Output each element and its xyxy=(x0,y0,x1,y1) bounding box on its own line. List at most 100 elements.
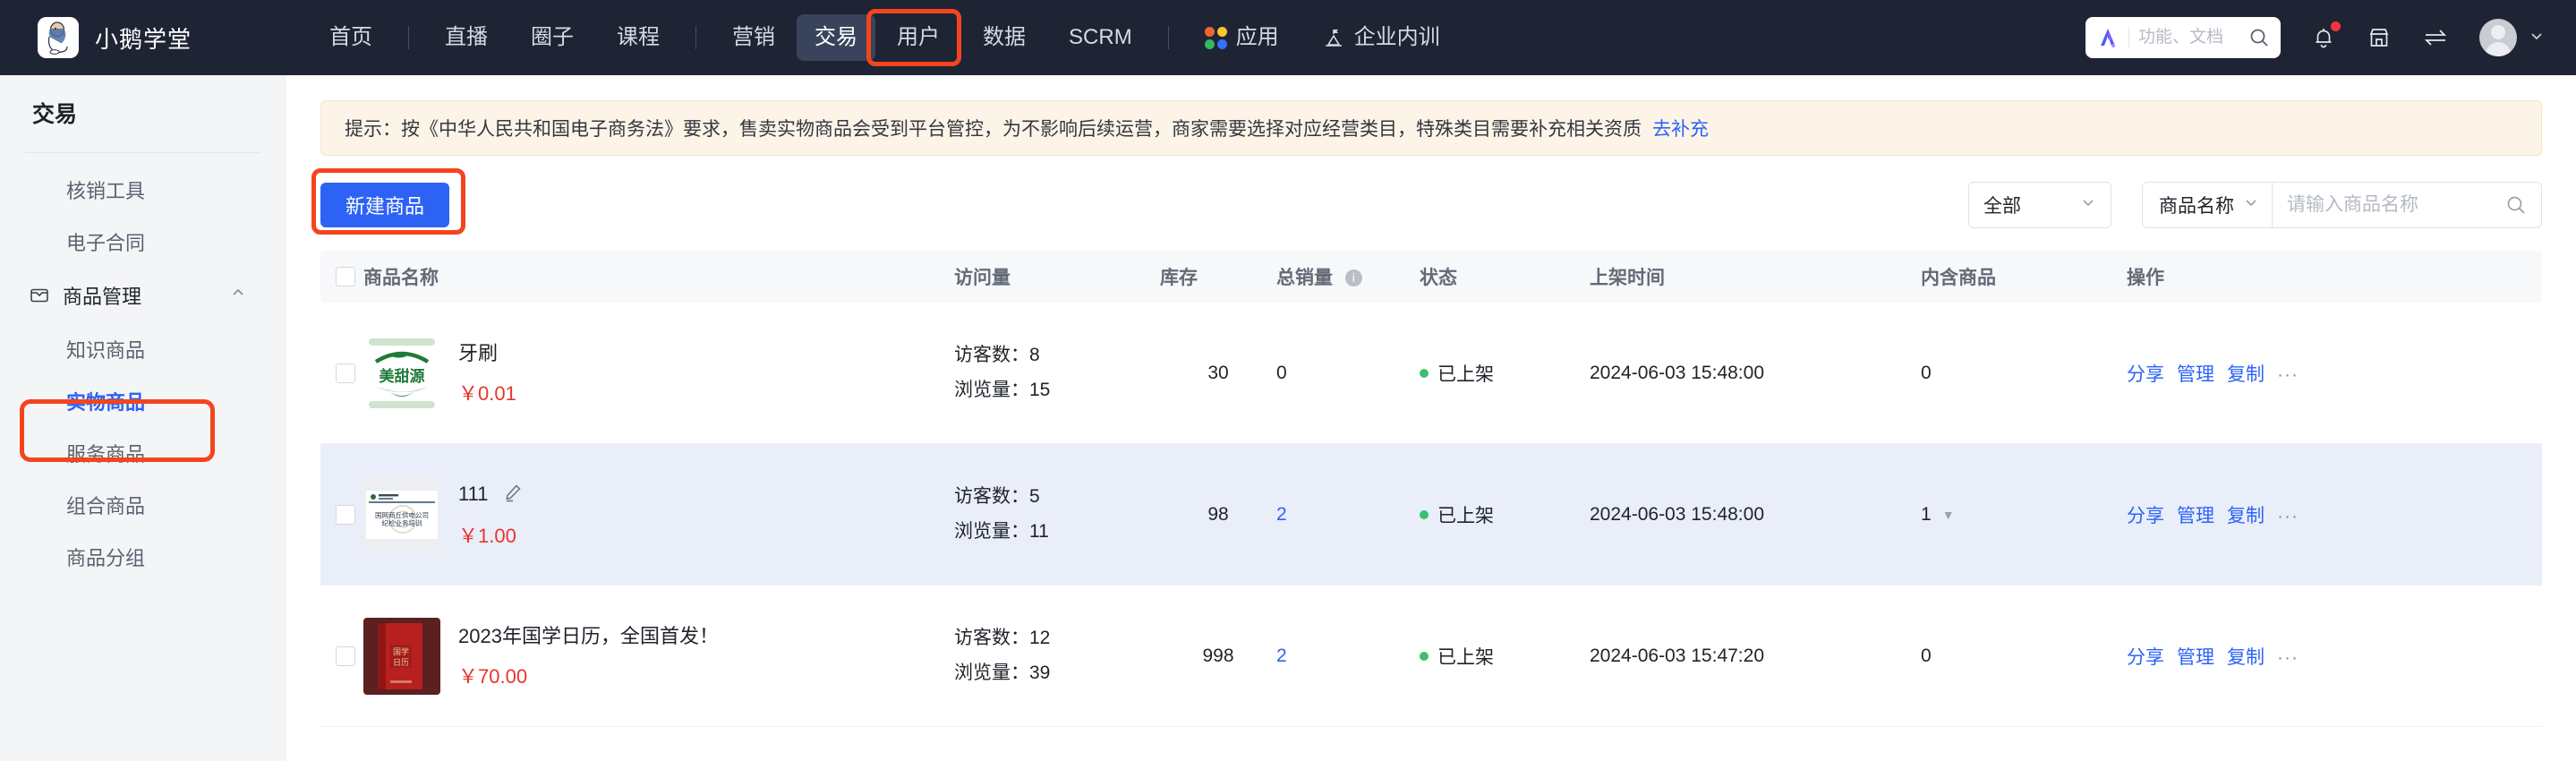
manage-link[interactable]: 管理 xyxy=(2177,647,2214,668)
sidebar-item-product-group[interactable]: 商品分组 xyxy=(0,531,286,583)
toolbar-filters: 全部 商品名称 xyxy=(1968,182,2542,228)
sidebar-item-e-contract[interactable]: 电子合同 xyxy=(0,216,286,268)
status-label: 已上架 xyxy=(1437,646,1494,668)
operations-cell: 分享 管理 复制 ··· xyxy=(2127,643,2359,670)
nav-item-live[interactable]: 直播 xyxy=(423,0,509,75)
share-link[interactable]: 分享 xyxy=(2127,364,2164,385)
global-search-box[interactable] xyxy=(2086,17,2281,58)
global-search-input[interactable] xyxy=(2138,28,2248,47)
product-table: 商品名称 访问量 库存 总销量 i 状态 上架时间 内含商品 操作 美甜源 牙刷… xyxy=(320,251,2542,727)
more-actions-icon[interactable]: ··· xyxy=(2277,364,2299,385)
share-link[interactable]: 分享 xyxy=(2127,506,2164,526)
status-label: 已上架 xyxy=(1437,505,1494,526)
product-search-input[interactable] xyxy=(2287,194,2505,216)
sidebar-item-bundle-product[interactable]: 组合商品 xyxy=(0,479,286,531)
copy-link[interactable]: 复制 xyxy=(2227,506,2265,526)
product-title[interactable]: 牙刷 xyxy=(458,339,516,368)
edit-pencil-icon[interactable] xyxy=(503,483,523,507)
select-all-checkbox[interactable] xyxy=(336,267,355,286)
switch-icon xyxy=(2424,30,2447,46)
chevron-down-icon[interactable]: ▼ xyxy=(1942,508,1955,522)
nav-item-home[interactable]: 首页 xyxy=(308,0,394,75)
notice-action-link[interactable]: 去补充 xyxy=(1652,115,1709,141)
table-row[interactable]: 美甜源 牙刷 ￥0.01 访客数：8 浏览量：15 30 0 已上架 2024-… xyxy=(320,303,2542,444)
total-sales-link[interactable]: 2 xyxy=(1276,646,1287,666)
copy-link[interactable]: 复制 xyxy=(2227,647,2265,668)
nav-item-data[interactable]: 数据 xyxy=(961,0,1047,75)
row-checkbox[interactable] xyxy=(336,363,355,383)
product-search-group: 商品名称 xyxy=(2142,182,2542,228)
status-filter-select[interactable]: 全部 xyxy=(1968,182,2111,228)
info-icon[interactable]: i xyxy=(1344,269,1362,286)
share-link[interactable]: 分享 xyxy=(2127,647,2164,668)
page-view-value: 15 xyxy=(1029,379,1051,400)
sidebar-item-service-product[interactable]: 服务商品 xyxy=(0,427,286,479)
nav-item-apps[interactable]: 应用 xyxy=(1183,0,1301,75)
copy-link[interactable]: 复制 xyxy=(2227,364,2265,385)
product-price: ￥70.00 xyxy=(458,665,528,688)
nav-item-transaction[interactable]: 交易 xyxy=(797,14,876,61)
brand[interactable]: 小鹅学堂 xyxy=(38,17,192,58)
product-title-text: 111 xyxy=(458,482,489,505)
visitor-count-label: 访客数： xyxy=(954,485,1029,507)
more-actions-icon[interactable]: ··· xyxy=(2277,506,2299,526)
search-divider xyxy=(2128,28,2129,47)
search-icon[interactable] xyxy=(2505,194,2527,216)
product-thumbnail[interactable]: 美甜源 xyxy=(363,334,440,412)
app-grid-icon xyxy=(1204,26,1227,49)
total-sales-link[interactable]: 2 xyxy=(1276,504,1287,525)
nav-item-enterprise-training[interactable]: 企业内训 xyxy=(1301,0,1462,75)
brand-logo-icon xyxy=(38,17,79,58)
visitor-count-label: 访客数： xyxy=(954,627,1029,648)
col-operations: 操作 xyxy=(2127,268,2164,288)
header-right-tools xyxy=(2086,17,2546,58)
sidebar-item-verification-tool[interactable]: 核销工具 xyxy=(0,164,286,216)
product-thumbnail[interactable]: 国网商丘供电公司 纪检业务培训 xyxy=(363,475,440,553)
col-product-name: 商品名称 xyxy=(363,268,439,288)
table-row[interactable]: 国学 日历 2023年国学日历，全国首发！ ￥70.00 访客数：12 浏览量：… xyxy=(320,586,2542,727)
manage-link[interactable]: 管理 xyxy=(2177,506,2214,526)
page-view-value: 11 xyxy=(1029,520,1049,542)
more-actions-icon[interactable]: ··· xyxy=(2277,647,2299,668)
row-checkbox[interactable] xyxy=(336,504,355,525)
nav-item-scrm[interactable]: SCRM xyxy=(1047,0,1154,75)
search-field-value: 商品名称 xyxy=(2159,196,2234,217)
chevron-up-icon[interactable] xyxy=(229,284,247,307)
total-sales-cell: 2 xyxy=(1276,646,1420,667)
red-calendar-book-icon: 国学 日历 xyxy=(363,617,440,695)
nav-item-user[interactable]: 用户 xyxy=(875,0,961,75)
mei-tian-yuan-logo-icon: 美甜源 xyxy=(363,334,440,412)
nav-item-circle[interactable]: 圈子 xyxy=(509,0,595,75)
row-checkbox[interactable] xyxy=(336,646,355,666)
product-name-cell: 国学 日历 2023年国学日历，全国首发！ ￥70.00 xyxy=(363,617,954,695)
nav-item-course[interactable]: 课程 xyxy=(595,0,681,75)
product-title[interactable]: 2023年国学日历，全国首发！ xyxy=(458,622,719,651)
stock-cell: 998 xyxy=(1202,645,1234,666)
sidebar-item-physical-product[interactable]: 实物商品 xyxy=(0,375,286,427)
sidebar-group-product-management[interactable]: 商品管理 xyxy=(0,268,286,323)
notifications-button[interactable] xyxy=(2311,21,2341,50)
box-icon xyxy=(29,285,50,306)
search-field-select[interactable]: 商品名称 xyxy=(2143,183,2272,227)
status-dot-icon xyxy=(1420,368,1429,378)
table-row[interactable]: 国网商丘供电公司 纪检业务培训 111 ￥1.00 访客数：5 浏览量：11 9… xyxy=(320,444,2542,586)
included-count: 0 xyxy=(1921,645,1932,666)
sidebar-title: 交易 xyxy=(32,102,78,127)
avatar[interactable] xyxy=(2479,19,2517,56)
store-button[interactable] xyxy=(2367,25,2392,50)
create-product-button[interactable]: 新建商品 xyxy=(320,183,450,227)
included-products-cell: 1 ▼ xyxy=(1921,504,2127,526)
chevron-down-icon[interactable] xyxy=(2528,27,2546,49)
page-body: 交易 核销工具 电子合同 商品管理 知识商品 实物商品 服务商品 组合商品 商品… xyxy=(0,75,2576,761)
product-thumbnail[interactable]: 国学 日历 xyxy=(363,617,440,695)
total-sales-cell: 2 xyxy=(1276,504,1420,526)
visitor-count-value: 8 xyxy=(1029,344,1040,365)
product-title[interactable]: 111 xyxy=(458,480,523,510)
nav-item-marketing[interactable]: 营销 xyxy=(711,0,797,75)
search-icon[interactable] xyxy=(2248,27,2270,48)
manage-link[interactable]: 管理 xyxy=(2177,364,2214,385)
sidebar-item-knowledge-product[interactable]: 知识商品 xyxy=(0,323,286,375)
training-slide-icon: 国网商丘供电公司 纪检业务培训 xyxy=(363,475,440,553)
switch-account-button[interactable] xyxy=(2422,27,2449,48)
col-total-sales: 总销量 i xyxy=(1276,263,1420,290)
